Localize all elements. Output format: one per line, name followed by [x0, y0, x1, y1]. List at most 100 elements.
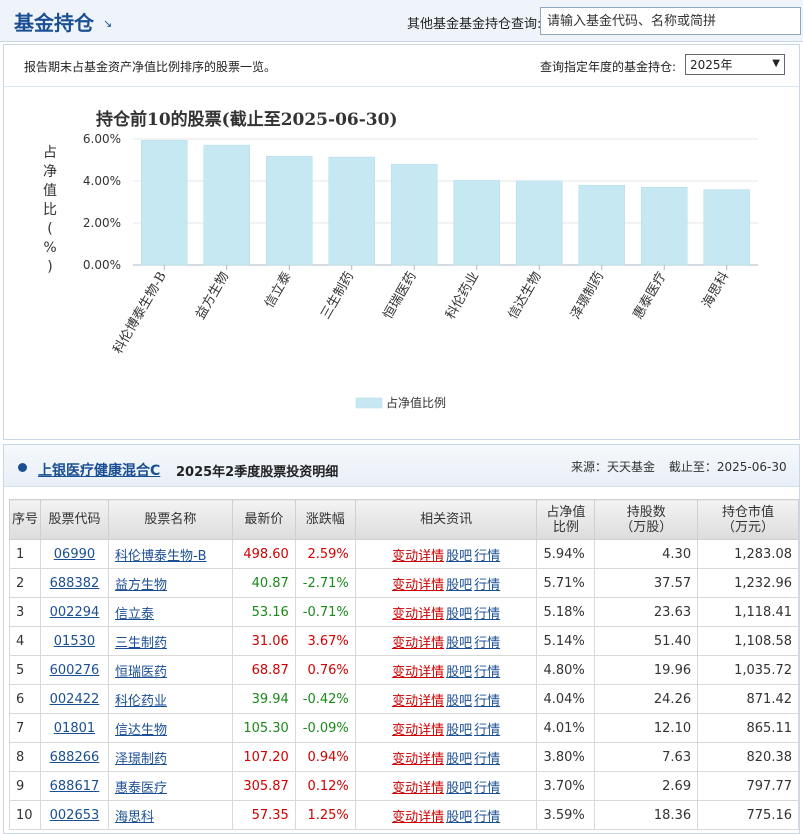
- stock-code-link[interactable]: 688266: [50, 750, 100, 765]
- change-detail-link[interactable]: 变动详情: [392, 723, 444, 738]
- change-detail-link[interactable]: 变动详情: [392, 578, 444, 593]
- row-index: 7: [9, 713, 41, 743]
- col-header-pct: 占净值 比例: [536, 499, 596, 540]
- stock-name-link[interactable]: 益方生物: [115, 578, 167, 593]
- stock-code-cell: 688382: [39, 568, 109, 598]
- stock-code-link[interactable]: 002294: [50, 605, 100, 620]
- fund-name-link[interactable]: 上银医疗健康混合C: [38, 460, 160, 480]
- table-row: 10 002653 海思科 57.35 1.25% 变动详情 股吧 行情 3.59% 18.36 7…: [9, 800, 799, 830]
- change-detail-link[interactable]: 变动详情: [392, 636, 444, 651]
- stock-code-link[interactable]: 01530: [54, 634, 95, 649]
- change-detail-link[interactable]: 变动详情: [392, 665, 444, 680]
- change-percent: 1.25%: [294, 800, 356, 830]
- stock-code-link[interactable]: 01801: [54, 721, 95, 736]
- stock-code-link[interactable]: 688617: [50, 779, 100, 794]
- shares-held: 51.40: [594, 626, 699, 656]
- stock-code-cell: 002653: [39, 800, 109, 830]
- forum-link[interactable]: 股吧: [446, 607, 472, 622]
- bar: [453, 179, 500, 266]
- forum-link[interactable]: 股吧: [446, 752, 472, 767]
- stock-name-link[interactable]: 信达生物: [115, 723, 167, 738]
- forum-link[interactable]: 股吧: [446, 694, 472, 709]
- net-value-pct: 4.01%: [536, 713, 596, 743]
- quote-link[interactable]: 行情: [474, 723, 500, 738]
- stock-code-cell: 688266: [39, 742, 109, 772]
- quote-link[interactable]: 行情: [474, 694, 500, 709]
- holding-value: 865.11: [697, 713, 799, 743]
- holding-value: 1,035.72: [697, 655, 799, 685]
- stock-name-link[interactable]: 科伦博泰生物-B: [115, 549, 207, 564]
- change-detail-link[interactable]: 变动详情: [392, 810, 444, 825]
- stock-name-link[interactable]: 海思科: [115, 810, 154, 825]
- change-detail-link[interactable]: 变动详情: [392, 781, 444, 796]
- change-detail-link[interactable]: 变动详情: [392, 694, 444, 709]
- stock-code-link[interactable]: 06990: [54, 547, 95, 562]
- y-tick-label: 4.00%: [83, 174, 121, 188]
- change-detail-link[interactable]: 变动详情: [392, 607, 444, 622]
- table-row: 2 688382 益方生物 40.87 -2.71% 变动详情 股吧 行情 5.71% 37.57…: [9, 568, 799, 598]
- quote-link[interactable]: 行情: [474, 549, 500, 564]
- shares-held: 18.36: [594, 800, 699, 830]
- stock-name-link[interactable]: 信立泰: [115, 607, 154, 622]
- chevron-down-icon: ▼: [772, 58, 780, 69]
- expand-arrow-icon[interactable]: ↘: [103, 17, 112, 30]
- change-percent: 0.12%: [294, 771, 356, 801]
- stock-name-cell: 科伦博泰生物-B: [107, 539, 233, 569]
- forum-link[interactable]: 股吧: [446, 810, 472, 825]
- quote-link[interactable]: 行情: [474, 636, 500, 651]
- news-links: 变动详情 股吧 行情: [354, 800, 538, 830]
- stock-name-cell: 泽璟制药: [107, 742, 233, 772]
- change-percent: -0.71%: [294, 597, 356, 627]
- stock-name-link[interactable]: 泽璟制药: [115, 752, 167, 767]
- forum-link[interactable]: 股吧: [446, 665, 472, 680]
- stock-code-cell: 06990: [39, 539, 109, 569]
- shares-held: 37.57: [594, 568, 699, 598]
- quote-link[interactable]: 行情: [474, 578, 500, 593]
- holding-value: 871.42: [697, 684, 799, 714]
- quote-link[interactable]: 行情: [474, 752, 500, 767]
- stock-code-link[interactable]: 600276: [50, 663, 100, 678]
- forum-link[interactable]: 股吧: [446, 636, 472, 651]
- change-detail-link[interactable]: 变动详情: [392, 549, 444, 564]
- quote-link[interactable]: 行情: [474, 810, 500, 825]
- holding-value: 1,283.08: [697, 539, 799, 569]
- stock-name-link[interactable]: 恒瑞医药: [115, 665, 167, 680]
- row-index: 6: [9, 684, 41, 714]
- stock-code-link[interactable]: 002653: [50, 808, 100, 823]
- table-row: 6 002422 科伦药业 39.94 -0.42% 变动详情 股吧 行情 4.04% 24.26…: [9, 684, 799, 714]
- quote-link[interactable]: 行情: [474, 781, 500, 796]
- forum-link[interactable]: 股吧: [446, 723, 472, 738]
- news-links: 变动详情 股吧 行情: [354, 597, 538, 627]
- forum-link[interactable]: 股吧: [446, 549, 472, 564]
- forum-link[interactable]: 股吧: [446, 578, 472, 593]
- quote-link[interactable]: 行情: [474, 665, 500, 680]
- change-percent: 3.67%: [294, 626, 356, 656]
- fund-search-input[interactable]: [540, 7, 801, 35]
- quote-link[interactable]: 行情: [474, 607, 500, 622]
- change-percent: -0.09%: [294, 713, 356, 743]
- forum-link[interactable]: 股吧: [446, 781, 472, 796]
- source-info: 来源：天天基金 截止至：2025-06-30: [571, 458, 797, 475]
- year-select[interactable]: 2025年 ▼: [685, 54, 785, 75]
- y-axis-label-char: %: [43, 240, 56, 256]
- stock-code-link[interactable]: 002422: [50, 692, 100, 707]
- holding-value: 1,108.58: [697, 626, 799, 656]
- y-tick-label: 6.00%: [83, 132, 121, 146]
- stock-name-link[interactable]: 三生制药: [115, 636, 167, 651]
- change-detail-link[interactable]: 变动详情: [392, 752, 444, 767]
- change-percent: -0.42%: [294, 684, 356, 714]
- stock-name-link[interactable]: 惠泰医疗: [115, 781, 167, 796]
- x-tick-label: 恒瑞医药: [381, 270, 420, 323]
- x-tick-label: 泽璟制药: [568, 270, 607, 323]
- bullet-dot-icon: [18, 463, 27, 472]
- stock-code-link[interactable]: 688382: [50, 576, 100, 591]
- net-value-pct: 5.14%: [536, 626, 596, 656]
- stock-name-cell: 三生制药: [107, 626, 233, 656]
- shares-held: 24.26: [594, 684, 699, 714]
- news-links: 变动详情 股吧 行情: [354, 539, 538, 569]
- stock-name-link[interactable]: 科伦药业: [115, 694, 167, 709]
- holding-value: 775.16: [697, 800, 799, 830]
- stock-name-cell: 信达生物: [107, 713, 233, 743]
- latest-price: 305.87: [231, 771, 296, 801]
- shares-held: 19.96: [594, 655, 699, 685]
